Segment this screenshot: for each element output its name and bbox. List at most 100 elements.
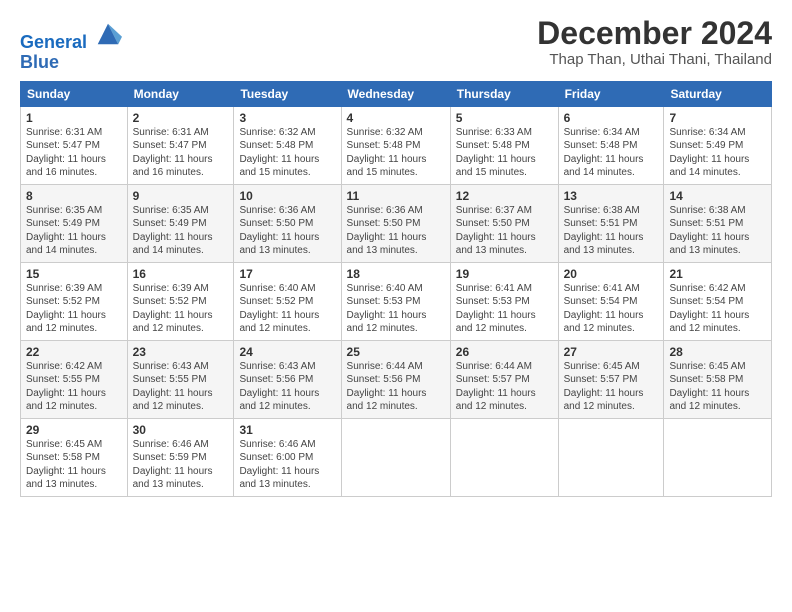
day-info: Sunrise: 6:32 AMSunset: 5:48 PMDaylight:…	[239, 126, 335, 180]
calendar-cell: 22Sunrise: 6:42 AMSunset: 5:55 PMDayligh…	[21, 340, 128, 418]
logo: General Blue	[20, 20, 122, 73]
col-header-tuesday: Tuesday	[234, 81, 341, 106]
day-info: Sunrise: 6:41 AMSunset: 5:54 PMDaylight:…	[564, 282, 659, 336]
day-number: 14	[669, 189, 766, 203]
calendar-cell: 19Sunrise: 6:41 AMSunset: 5:53 PMDayligh…	[450, 262, 558, 340]
calendar-cell: 30Sunrise: 6:46 AMSunset: 5:59 PMDayligh…	[127, 418, 234, 496]
day-info: Sunrise: 6:31 AMSunset: 5:47 PMDaylight:…	[26, 126, 122, 180]
calendar-cell: 16Sunrise: 6:39 AMSunset: 5:52 PMDayligh…	[127, 262, 234, 340]
logo-text: General	[20, 20, 122, 53]
logo-blue-text: Blue	[20, 53, 122, 73]
calendar-cell: 5Sunrise: 6:33 AMSunset: 5:48 PMDaylight…	[450, 106, 558, 184]
day-number: 21	[669, 267, 766, 281]
day-number: 20	[564, 267, 659, 281]
day-info: Sunrise: 6:34 AMSunset: 5:49 PMDaylight:…	[669, 126, 766, 180]
day-info: Sunrise: 6:42 AMSunset: 5:55 PMDaylight:…	[26, 360, 122, 414]
day-info: Sunrise: 6:36 AMSunset: 5:50 PMDaylight:…	[239, 204, 335, 258]
day-info: Sunrise: 6:45 AMSunset: 5:58 PMDaylight:…	[669, 360, 766, 414]
day-info: Sunrise: 6:41 AMSunset: 5:53 PMDaylight:…	[456, 282, 553, 336]
week-row-5: 29Sunrise: 6:45 AMSunset: 5:58 PMDayligh…	[21, 418, 772, 496]
calendar-table: SundayMondayTuesdayWednesdayThursdayFrid…	[20, 81, 772, 497]
day-number: 27	[564, 345, 659, 359]
calendar-cell	[664, 418, 772, 496]
calendar-cell: 1Sunrise: 6:31 AMSunset: 5:47 PMDaylight…	[21, 106, 128, 184]
day-info: Sunrise: 6:39 AMSunset: 5:52 PMDaylight:…	[26, 282, 122, 336]
day-number: 29	[26, 423, 122, 437]
col-header-monday: Monday	[127, 81, 234, 106]
day-info: Sunrise: 6:43 AMSunset: 5:55 PMDaylight:…	[133, 360, 229, 414]
day-number: 10	[239, 189, 335, 203]
week-row-3: 15Sunrise: 6:39 AMSunset: 5:52 PMDayligh…	[21, 262, 772, 340]
calendar-cell: 17Sunrise: 6:40 AMSunset: 5:52 PMDayligh…	[234, 262, 341, 340]
day-info: Sunrise: 6:36 AMSunset: 5:50 PMDaylight:…	[347, 204, 445, 258]
calendar-cell: 18Sunrise: 6:40 AMSunset: 5:53 PMDayligh…	[341, 262, 450, 340]
calendar-cell: 10Sunrise: 6:36 AMSunset: 5:50 PMDayligh…	[234, 184, 341, 262]
calendar-cell: 25Sunrise: 6:44 AMSunset: 5:56 PMDayligh…	[341, 340, 450, 418]
day-number: 9	[133, 189, 229, 203]
col-header-wednesday: Wednesday	[341, 81, 450, 106]
day-info: Sunrise: 6:40 AMSunset: 5:52 PMDaylight:…	[239, 282, 335, 336]
day-info: Sunrise: 6:35 AMSunset: 5:49 PMDaylight:…	[26, 204, 122, 258]
calendar-cell: 15Sunrise: 6:39 AMSunset: 5:52 PMDayligh…	[21, 262, 128, 340]
calendar-cell: 21Sunrise: 6:42 AMSunset: 5:54 PMDayligh…	[664, 262, 772, 340]
calendar-cell: 27Sunrise: 6:45 AMSunset: 5:57 PMDayligh…	[558, 340, 664, 418]
day-number: 8	[26, 189, 122, 203]
calendar-cell: 23Sunrise: 6:43 AMSunset: 5:55 PMDayligh…	[127, 340, 234, 418]
calendar-cell: 13Sunrise: 6:38 AMSunset: 5:51 PMDayligh…	[558, 184, 664, 262]
day-info: Sunrise: 6:32 AMSunset: 5:48 PMDaylight:…	[347, 126, 445, 180]
calendar-cell: 4Sunrise: 6:32 AMSunset: 5:48 PMDaylight…	[341, 106, 450, 184]
day-info: Sunrise: 6:44 AMSunset: 5:57 PMDaylight:…	[456, 360, 553, 414]
day-info: Sunrise: 6:46 AMSunset: 6:00 PMDaylight:…	[239, 438, 335, 492]
day-number: 13	[564, 189, 659, 203]
day-number: 26	[456, 345, 553, 359]
day-number: 19	[456, 267, 553, 281]
calendar-cell: 29Sunrise: 6:45 AMSunset: 5:58 PMDayligh…	[21, 418, 128, 496]
day-info: Sunrise: 6:31 AMSunset: 5:47 PMDaylight:…	[133, 126, 229, 180]
day-number: 18	[347, 267, 445, 281]
day-number: 6	[564, 111, 659, 125]
week-row-1: 1Sunrise: 6:31 AMSunset: 5:47 PMDaylight…	[21, 106, 772, 184]
week-row-2: 8Sunrise: 6:35 AMSunset: 5:49 PMDaylight…	[21, 184, 772, 262]
day-number: 24	[239, 345, 335, 359]
day-number: 5	[456, 111, 553, 125]
day-number: 15	[26, 267, 122, 281]
month-year: December 2024	[537, 16, 772, 51]
day-info: Sunrise: 6:37 AMSunset: 5:50 PMDaylight:…	[456, 204, 553, 258]
day-number: 3	[239, 111, 335, 125]
calendar-cell: 6Sunrise: 6:34 AMSunset: 5:48 PMDaylight…	[558, 106, 664, 184]
col-header-friday: Friday	[558, 81, 664, 106]
day-info: Sunrise: 6:39 AMSunset: 5:52 PMDaylight:…	[133, 282, 229, 336]
day-number: 28	[669, 345, 766, 359]
calendar-cell: 28Sunrise: 6:45 AMSunset: 5:58 PMDayligh…	[664, 340, 772, 418]
day-number: 11	[347, 189, 445, 203]
calendar-cell: 20Sunrise: 6:41 AMSunset: 5:54 PMDayligh…	[558, 262, 664, 340]
day-info: Sunrise: 6:45 AMSunset: 5:57 PMDaylight:…	[564, 360, 659, 414]
day-info: Sunrise: 6:33 AMSunset: 5:48 PMDaylight:…	[456, 126, 553, 180]
week-row-4: 22Sunrise: 6:42 AMSunset: 5:55 PMDayligh…	[21, 340, 772, 418]
day-info: Sunrise: 6:38 AMSunset: 5:51 PMDaylight:…	[564, 204, 659, 258]
calendar-cell: 14Sunrise: 6:38 AMSunset: 5:51 PMDayligh…	[664, 184, 772, 262]
header: General Blue December 2024 Thap Than, Ut…	[20, 16, 772, 73]
calendar-cell: 9Sunrise: 6:35 AMSunset: 5:49 PMDaylight…	[127, 184, 234, 262]
calendar-cell: 7Sunrise: 6:34 AMSunset: 5:49 PMDaylight…	[664, 106, 772, 184]
day-number: 17	[239, 267, 335, 281]
day-info: Sunrise: 6:42 AMSunset: 5:54 PMDaylight:…	[669, 282, 766, 336]
calendar-cell: 26Sunrise: 6:44 AMSunset: 5:57 PMDayligh…	[450, 340, 558, 418]
calendar-cell	[341, 418, 450, 496]
calendar-cell: 3Sunrise: 6:32 AMSunset: 5:48 PMDaylight…	[234, 106, 341, 184]
day-info: Sunrise: 6:45 AMSunset: 5:58 PMDaylight:…	[26, 438, 122, 492]
col-header-thursday: Thursday	[450, 81, 558, 106]
day-info: Sunrise: 6:40 AMSunset: 5:53 PMDaylight:…	[347, 282, 445, 336]
calendar-cell: 24Sunrise: 6:43 AMSunset: 5:56 PMDayligh…	[234, 340, 341, 418]
day-number: 2	[133, 111, 229, 125]
day-number: 1	[26, 111, 122, 125]
day-info: Sunrise: 6:34 AMSunset: 5:48 PMDaylight:…	[564, 126, 659, 180]
page: General Blue December 2024 Thap Than, Ut…	[0, 0, 792, 507]
day-info: Sunrise: 6:38 AMSunset: 5:51 PMDaylight:…	[669, 204, 766, 258]
title-block: December 2024 Thap Than, Uthai Thani, Th…	[537, 16, 772, 68]
calendar-cell: 31Sunrise: 6:46 AMSunset: 6:00 PMDayligh…	[234, 418, 341, 496]
day-number: 30	[133, 423, 229, 437]
day-number: 23	[133, 345, 229, 359]
logo-icon	[94, 20, 122, 48]
calendar-cell: 2Sunrise: 6:31 AMSunset: 5:47 PMDaylight…	[127, 106, 234, 184]
